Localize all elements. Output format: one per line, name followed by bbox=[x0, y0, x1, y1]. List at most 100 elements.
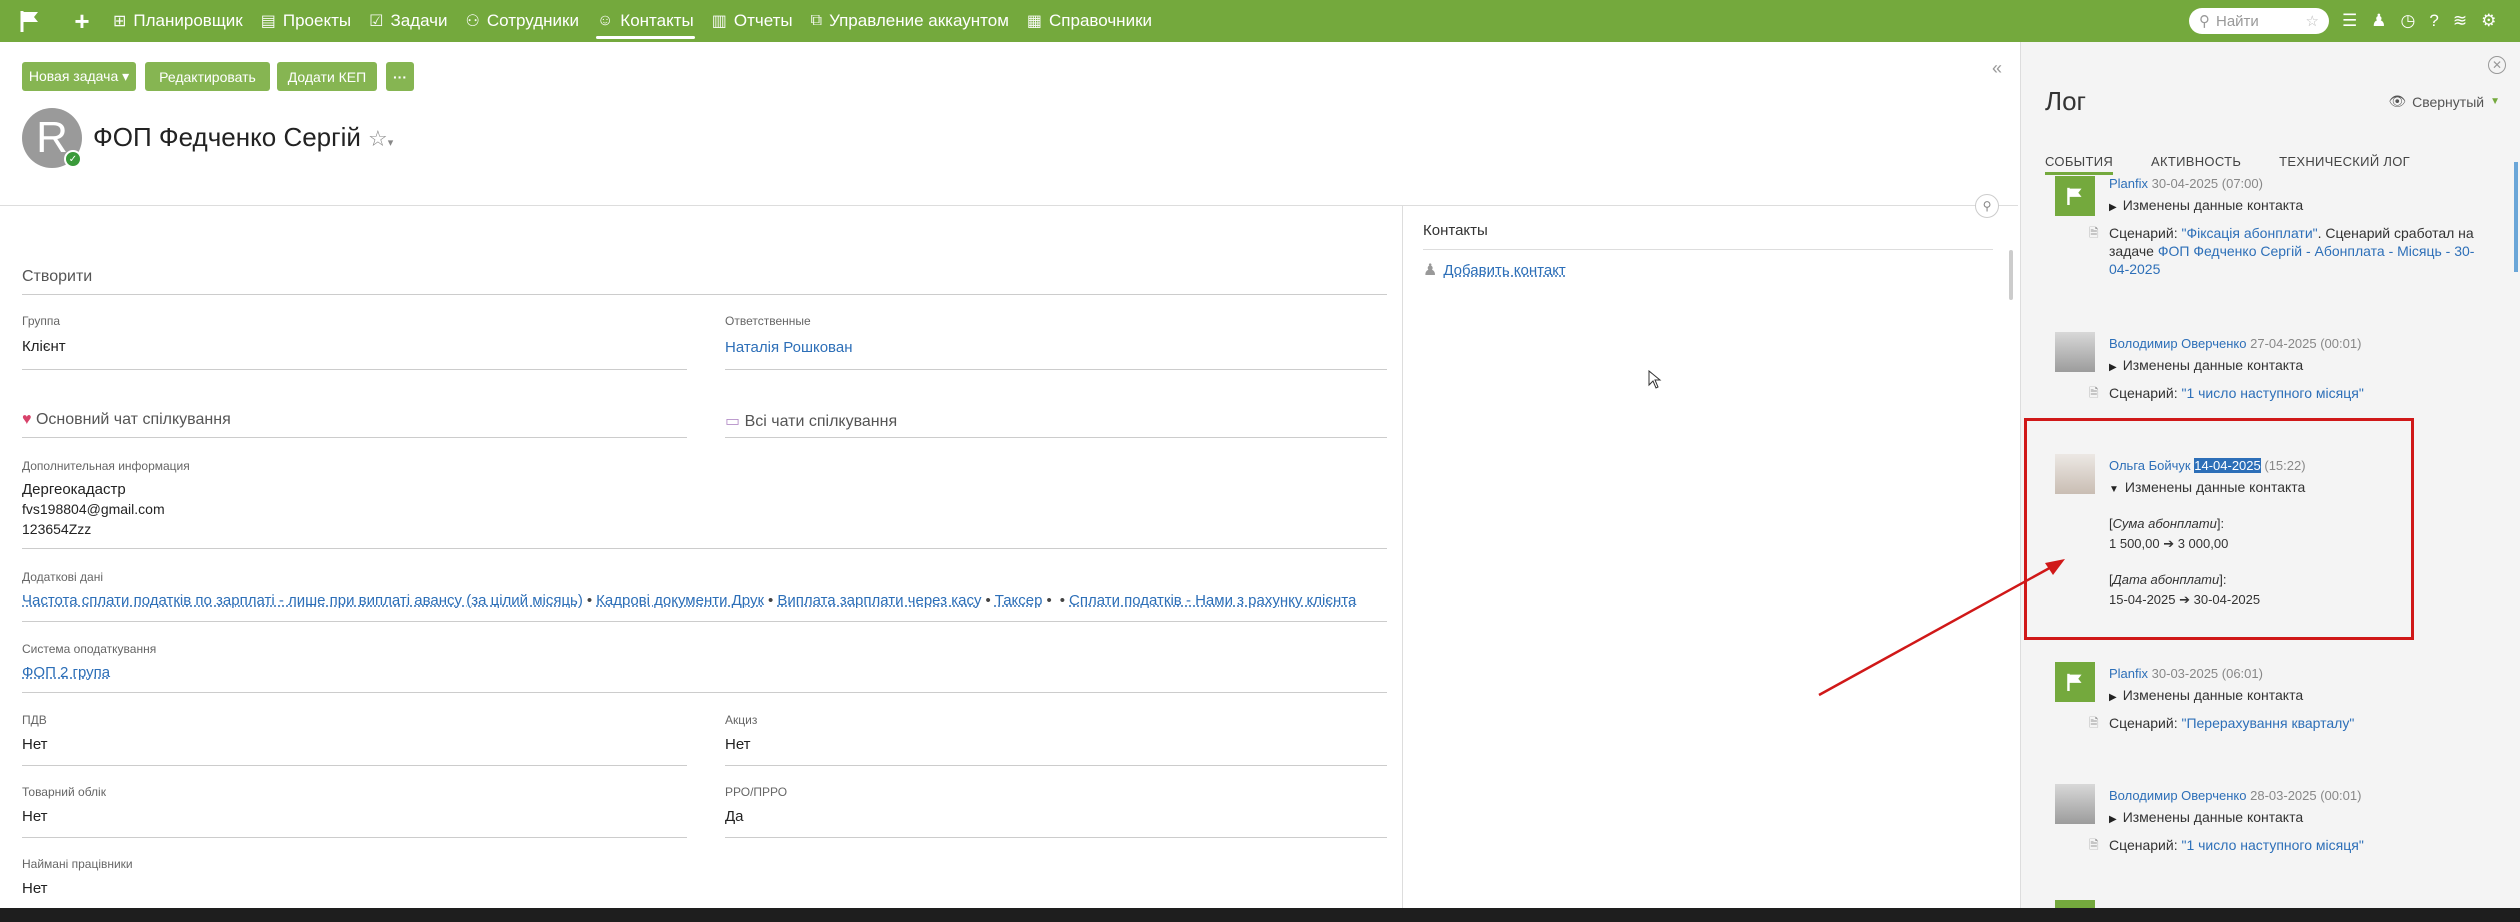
all-chats-label: Всі чати спілкування bbox=[744, 413, 898, 430]
log-entry-action[interactable]: ▶ Изменены данные контакта bbox=[2109, 809, 2303, 825]
contacts-panel-title: Контакты bbox=[1423, 222, 1488, 239]
add-contact-link[interactable]: ♟ Добавить контакт bbox=[1423, 260, 1566, 280]
log-tabs: СОБЫТИЯ АКТИВНОСТЬ ТЕХНИЧЕСКИЙ ЛОГ bbox=[2045, 154, 2410, 175]
script-link[interactable]: "Фіксація абонплати" bbox=[2181, 225, 2317, 241]
favorite-star-icon[interactable]: ☆ bbox=[2306, 12, 2319, 30]
annotation-highlight-box bbox=[2024, 418, 2414, 640]
nav-reports[interactable]: ▥ Отчеты bbox=[703, 0, 802, 42]
responsible-link[interactable]: Наталія Рошкован bbox=[725, 339, 853, 356]
log-author-link[interactable]: Володимир Оверченко bbox=[2109, 788, 2246, 803]
excise-label: Акциз bbox=[725, 713, 758, 727]
nav-tasks[interactable]: ☑ Задачи bbox=[360, 0, 456, 42]
excise-value[interactable]: Нет bbox=[725, 736, 751, 753]
additional-data-label: Додаткові дані bbox=[22, 570, 103, 584]
divider bbox=[725, 837, 1387, 838]
task-link[interactable]: ФОП Федченко Сергій - Абонплата - Місяць… bbox=[2109, 243, 2474, 277]
online-check-icon: ✓ bbox=[64, 150, 82, 168]
document-icon: 🗎 bbox=[2089, 716, 2099, 730]
divider bbox=[22, 294, 1387, 295]
settings-gear-icon[interactable]: ⚙ bbox=[2481, 11, 2496, 31]
log-author-link[interactable]: Planfix bbox=[2109, 666, 2148, 681]
expand-arrow-icon: ▶ bbox=[2109, 202, 2117, 213]
divider bbox=[725, 437, 1387, 438]
nav-directories[interactable]: ▦ Справочники bbox=[1018, 0, 1161, 42]
create-plus-icon[interactable]: + bbox=[60, 0, 104, 42]
tasks-icon: ☑ bbox=[369, 13, 384, 30]
log-timestamp: 30-03-2025 (06:01) bbox=[2151, 666, 2263, 681]
divider bbox=[22, 548, 1387, 549]
edit-button[interactable]: Редактировать bbox=[145, 62, 270, 91]
log-script-line: 🗎 Сценарий: "1 число наступного місяця" bbox=[2089, 384, 2479, 402]
nav-label: Проекты bbox=[282, 11, 352, 30]
log-author-link[interactable]: Володимир Оверченко bbox=[2109, 336, 2246, 351]
nav-label: Справочники bbox=[1049, 11, 1153, 30]
new-task-button[interactable]: Новая задача ▾ bbox=[22, 62, 136, 91]
favorite-star-dropdown-icon[interactable]: ☆▾ bbox=[368, 126, 393, 152]
script-link[interactable]: "1 число наступного місяця" bbox=[2181, 385, 2363, 401]
contact-name-title: ФОП Федченко Сергій bbox=[93, 122, 361, 152]
menu-icon[interactable]: ☰ bbox=[2342, 11, 2357, 31]
vat-value[interactable]: Нет bbox=[22, 736, 48, 753]
nav-planner[interactable]: ⊞ Планировщик bbox=[104, 0, 252, 42]
panel-search-icon[interactable]: ⚲ bbox=[1975, 194, 1999, 218]
script-prefix: Сценарий: bbox=[2109, 385, 2182, 401]
main-scrollbar[interactable] bbox=[2009, 250, 2013, 300]
global-search-input[interactable]: ⚲ Найти ☆ bbox=[2189, 8, 2329, 34]
divider bbox=[22, 621, 1387, 622]
nav-projects[interactable]: ▤ Проекты bbox=[252, 0, 360, 42]
employees-value[interactable]: Нет bbox=[22, 880, 48, 897]
person-icon[interactable]: ♟ bbox=[2371, 11, 2386, 31]
nav-account-management[interactable]: ⧉ Управление аккаунтом bbox=[802, 0, 1018, 42]
divider bbox=[22, 692, 1387, 693]
divider bbox=[22, 837, 687, 838]
log-timestamp: 27-04-2025 (00:01) bbox=[2250, 336, 2362, 351]
log-action-text: Изменены данные контакта bbox=[2122, 687, 2304, 703]
close-icon[interactable]: ✕ bbox=[2488, 56, 2506, 74]
tab-activity[interactable]: АКТИВНОСТЬ bbox=[2151, 154, 2241, 175]
log-author-link[interactable]: Planfix bbox=[2109, 176, 2148, 191]
divider bbox=[22, 765, 687, 766]
nav-contacts[interactable]: ☺ Контакты bbox=[588, 0, 703, 42]
chats-icon: ▭ bbox=[725, 413, 741, 430]
user-avatar bbox=[2055, 332, 2095, 372]
log-scrollbar[interactable] bbox=[2514, 162, 2518, 272]
tag-link[interactable]: Сплати податків - Нами з рахунку клієнта bbox=[1069, 592, 1356, 609]
log-entry-action[interactable]: ▶ Изменены данные контакта bbox=[2109, 687, 2303, 703]
tab-events[interactable]: СОБЫТИЯ bbox=[2045, 154, 2114, 175]
clock-icon[interactable]: ◷ bbox=[2401, 11, 2416, 31]
document-icon: 🗎 bbox=[2089, 386, 2099, 400]
layers-icon[interactable]: ≋ bbox=[2453, 11, 2467, 31]
collapse-left-icon[interactable]: « bbox=[1992, 58, 2002, 79]
search-icon: ⚲ bbox=[2199, 13, 2210, 30]
tab-technical-log[interactable]: ТЕХНИЧЕСКИЙ ЛОГ bbox=[2279, 154, 2410, 175]
all-chats-field[interactable]: ▭ Всі чати спілкування bbox=[725, 411, 897, 431]
user-avatar bbox=[2055, 784, 2095, 824]
log-entry-action[interactable]: ▶ Изменены данные контакта bbox=[2109, 197, 2303, 213]
add-kep-button[interactable]: Додати КЕП bbox=[277, 62, 377, 91]
tag-link[interactable]: Таксер bbox=[995, 592, 1043, 609]
top-right-icons: ☰ ♟ ◷ ? ≋ ⚙ bbox=[2342, 0, 2496, 42]
goods-accounting-value[interactable]: Нет bbox=[22, 808, 48, 825]
tag-link[interactable]: Виплата зарплати через касу bbox=[777, 592, 981, 609]
planfix-avatar-icon bbox=[2055, 900, 2095, 908]
log-script-line: 🗎 Сценарий: "Перерахування кварталу" bbox=[2089, 714, 2479, 732]
nav-employees[interactable]: ⚇ Сотрудники bbox=[457, 0, 588, 42]
tag-link[interactable]: Кадрові документи Друк bbox=[596, 592, 764, 609]
log-action-text: Изменены данные контакта bbox=[2122, 357, 2304, 373]
script-link[interactable]: "1 число наступного місяця" bbox=[2181, 837, 2363, 853]
log-mode-dropdown[interactable]: 👁 Свернутый ▼ bbox=[2388, 93, 2500, 110]
help-icon[interactable]: ? bbox=[2429, 11, 2438, 31]
log-entry-header: Planfix 30-04-2025 (07:00) bbox=[2109, 176, 2263, 191]
group-value[interactable]: Клієнт bbox=[22, 338, 66, 355]
rro-value[interactable]: Да bbox=[725, 808, 744, 825]
script-prefix: Сценарий: bbox=[2109, 715, 2182, 731]
tax-system-link[interactable]: ФОП 2 група bbox=[22, 664, 110, 681]
more-actions-button[interactable]: ··· bbox=[386, 62, 414, 91]
log-entry-action[interactable]: ▶ Изменены данные контакта bbox=[2109, 357, 2303, 373]
log-script-line: 🗎 Сценарий: "Фіксація абонплати". Сценар… bbox=[2089, 224, 2479, 278]
script-link[interactable]: "Перерахування кварталу" bbox=[2181, 715, 2354, 731]
main-chat-field[interactable]: ♥ Основний чат спілкування bbox=[22, 411, 231, 429]
planfix-logo-icon[interactable] bbox=[0, 0, 60, 42]
section-create-title: Створити bbox=[22, 268, 93, 285]
tag-link[interactable]: Частота сплати податків по зарплаті - ли… bbox=[22, 592, 583, 609]
